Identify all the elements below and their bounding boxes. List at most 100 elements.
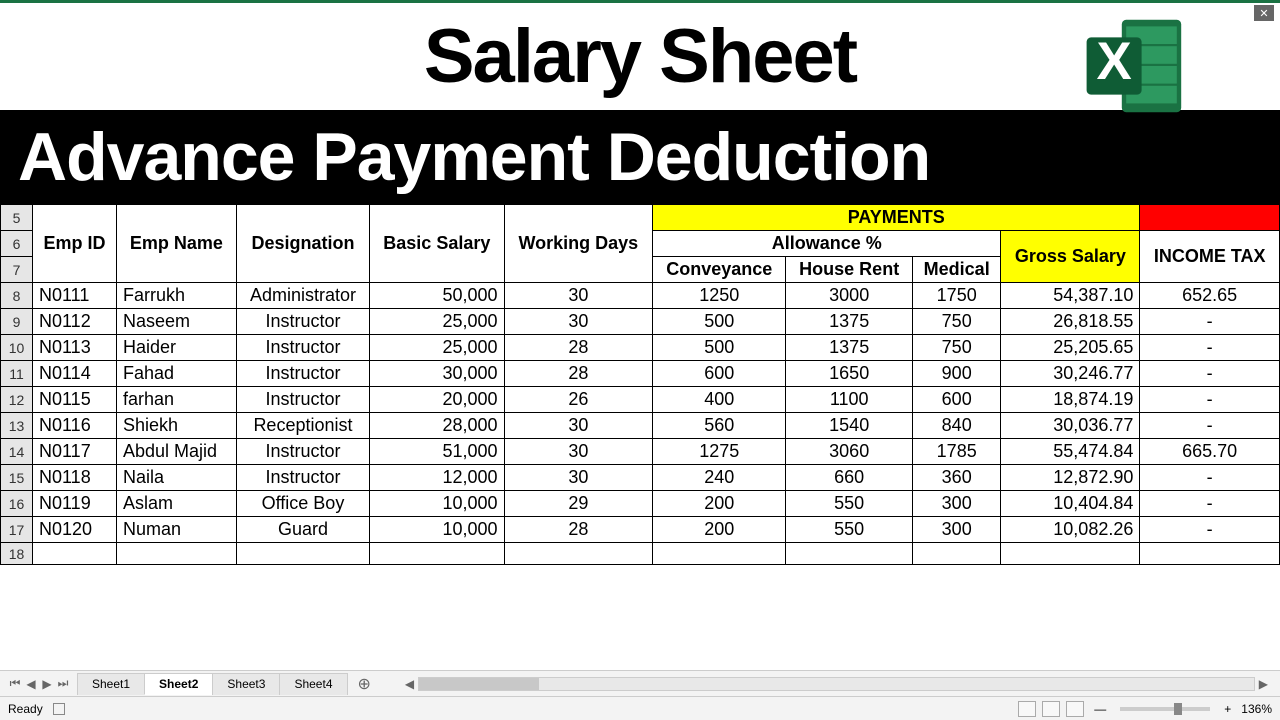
cell-emp-name[interactable]: Numan [116,517,236,543]
cell-medical[interactable]: 300 [912,491,1000,517]
cell-basic-salary[interactable]: 30,000 [370,361,504,387]
cell-basic-salary[interactable]: 50,000 [370,283,504,309]
cell-designation[interactable]: Instructor [236,335,369,361]
cell-income-tax[interactable]: - [1140,465,1280,491]
cell-house-rent[interactable]: 3060 [786,439,913,465]
cell-house-rent[interactable]: 1650 [786,361,913,387]
cell-emp-id[interactable]: N0119 [33,491,117,517]
view-page-break-button[interactable] [1066,701,1084,717]
cell-house-rent[interactable]: 550 [786,491,913,517]
cell-designation[interactable]: Administrator [236,283,369,309]
salary-table[interactable]: 5 Emp ID Emp Name Designation Basic Sala… [0,204,1280,565]
cell-gross-salary[interactable]: 54,387.10 [1001,283,1140,309]
cell-conveyance[interactable]: 1275 [653,439,786,465]
cell-house-rent[interactable]: 1375 [786,335,913,361]
tab-sheet3[interactable]: Sheet3 [212,673,280,695]
cell-house-rent[interactable]: 1540 [786,413,913,439]
empty-row[interactable]: 18 [1,543,1280,565]
table-row[interactable]: 15N0118NailaInstructor12,000302406603601… [1,465,1280,491]
cell-conveyance[interactable]: 1250 [653,283,786,309]
cell-emp-id[interactable]: N0118 [33,465,117,491]
cell-working-days[interactable]: 30 [504,309,653,335]
cell-medical[interactable]: 600 [912,387,1000,413]
cell-basic-salary[interactable]: 25,000 [370,309,504,335]
cell-conveyance[interactable]: 400 [653,387,786,413]
cell-designation[interactable]: Instructor [236,309,369,335]
cell-working-days[interactable]: 30 [504,465,653,491]
cell-basic-salary[interactable]: 25,000 [370,335,504,361]
row-number[interactable]: 16 [1,491,33,517]
col-basic-salary[interactable]: Basic Salary [370,205,504,283]
col-designation[interactable]: Designation [236,205,369,283]
row-number[interactable]: 8 [1,283,33,309]
nav-prev-icon[interactable]: ◀ [24,677,38,691]
cell-house-rent[interactable]: 660 [786,465,913,491]
cell-emp-id[interactable]: N0111 [33,283,117,309]
cell-working-days[interactable]: 28 [504,335,653,361]
col-income-tax[interactable]: INCOME TAX [1140,231,1280,283]
cell-income-tax[interactable]: - [1140,309,1280,335]
cell-emp-id[interactable]: N0117 [33,439,117,465]
close-icon[interactable]: ✕ [1254,5,1274,21]
nav-first-icon[interactable]: ⏮ [8,677,22,691]
zoom-slider[interactable] [1120,707,1210,711]
cell-emp-name[interactable]: Naila [116,465,236,491]
cell-basic-salary[interactable]: 28,000 [370,413,504,439]
col-gross-salary[interactable]: Gross Salary [1001,231,1140,283]
cell-working-days[interactable]: 29 [504,491,653,517]
cell-designation[interactable]: Instructor [236,361,369,387]
add-sheet-button[interactable]: ⊕ [348,674,381,694]
cell-designation[interactable]: Instructor [236,439,369,465]
row-number[interactable]: 15 [1,465,33,491]
cell-emp-name[interactable]: farhan [116,387,236,413]
table-row[interactable]: 8N0111FarrukhAdministrator50,00030125030… [1,283,1280,309]
cell-conveyance[interactable]: 240 [653,465,786,491]
row-number[interactable]: 13 [1,413,33,439]
cell-income-tax[interactable]: 665.70 [1140,439,1280,465]
cell-income-tax[interactable]: - [1140,491,1280,517]
cell-house-rent[interactable]: 1375 [786,309,913,335]
table-row[interactable]: 11N0114FahadInstructor30,000286001650900… [1,361,1280,387]
cell-emp-name[interactable]: Fahad [116,361,236,387]
cell-medical[interactable]: 900 [912,361,1000,387]
cell-emp-name[interactable]: Naseem [116,309,236,335]
cell-designation[interactable]: Instructor [236,387,369,413]
cell-house-rent[interactable]: 550 [786,517,913,543]
row-number[interactable]: 12 [1,387,33,413]
cell-gross-salary[interactable]: 30,036.77 [1001,413,1140,439]
red-header-cell[interactable] [1140,205,1280,231]
cell-emp-id[interactable]: N0114 [33,361,117,387]
zoom-thumb[interactable] [1174,703,1182,715]
cell-designation[interactable]: Instructor [236,465,369,491]
cell-conveyance[interactable]: 200 [653,517,786,543]
table-row[interactable]: 13N0116ShiekhReceptionist28,000305601540… [1,413,1280,439]
zoom-in-button[interactable]: + [1220,702,1235,716]
tab-sheet4[interactable]: Sheet4 [279,673,347,695]
table-row[interactable]: 10N0113HaiderInstructor25,00028500137575… [1,335,1280,361]
table-row[interactable]: 12N0115farhanInstructor20,00026400110060… [1,387,1280,413]
cell-conveyance[interactable]: 600 [653,361,786,387]
cell-basic-salary[interactable]: 20,000 [370,387,504,413]
cell-emp-id[interactable]: N0112 [33,309,117,335]
cell-working-days[interactable]: 28 [504,361,653,387]
cell-basic-salary[interactable]: 12,000 [370,465,504,491]
cell-gross-salary[interactable]: 30,246.77 [1001,361,1140,387]
scroll-track[interactable] [418,677,1255,691]
cell-basic-salary[interactable]: 51,000 [370,439,504,465]
cell-emp-id[interactable]: N0113 [33,335,117,361]
row-number[interactable]: 17 [1,517,33,543]
cell-medical[interactable]: 840 [912,413,1000,439]
cell-medical[interactable]: 300 [912,517,1000,543]
table-row[interactable]: 14N0117Abdul MajidInstructor51,000301275… [1,439,1280,465]
col-emp-id[interactable]: Emp ID [33,205,117,283]
row-number[interactable]: 11 [1,361,33,387]
row-number[interactable]: 7 [1,257,33,283]
cell-medical[interactable]: 750 [912,335,1000,361]
cell-working-days[interactable]: 26 [504,387,653,413]
macro-record-icon[interactable] [53,703,65,715]
col-medical[interactable]: Medical [912,257,1000,283]
col-emp-name[interactable]: Emp Name [116,205,236,283]
cell-income-tax[interactable]: - [1140,413,1280,439]
cell-gross-salary[interactable]: 10,082.26 [1001,517,1140,543]
cell-conveyance[interactable]: 200 [653,491,786,517]
